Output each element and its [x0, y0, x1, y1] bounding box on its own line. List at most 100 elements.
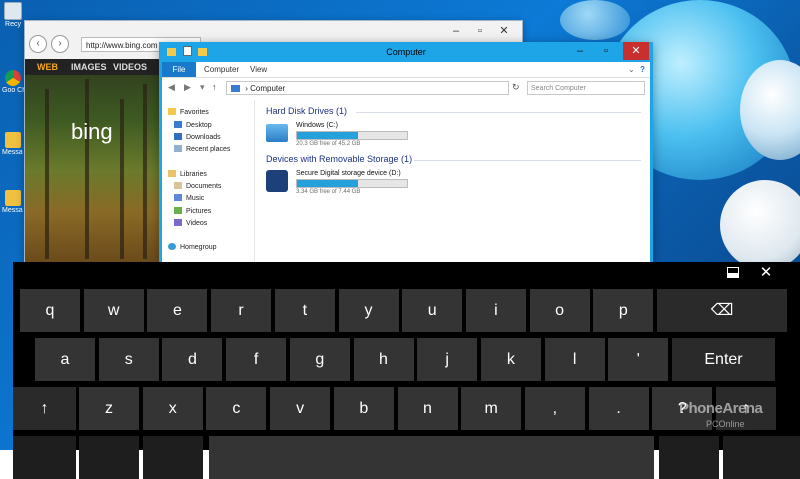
nav-videos[interactable]: Videos — [174, 218, 207, 229]
up-button[interactable]: ↑ — [212, 82, 217, 92]
downloads-icon — [174, 133, 182, 140]
url-text: http://www.bing.com — [86, 41, 158, 50]
key-r[interactable]: r — [211, 289, 272, 332]
nav-pictures[interactable]: Pictures — [174, 206, 211, 217]
key-t[interactable]: t — [274, 289, 335, 332]
close-button[interactable]: ✕ — [623, 42, 649, 60]
back-button[interactable]: ‹ — [29, 35, 47, 53]
watermark-sub: PCOnline — [706, 419, 745, 429]
bing-tab-web[interactable]: WEB — [37, 59, 58, 75]
address-bar[interactable]: › Computer — [226, 81, 509, 95]
nav-documents[interactable]: Documents — [174, 181, 221, 192]
group-header-hard-disk-drives[interactable]: Hard Disk Drives (1) — [266, 106, 347, 116]
nav-music[interactable]: Music — [174, 193, 204, 204]
space-bar[interactable] — [209, 436, 654, 479]
help-icon[interactable]: ? — [640, 62, 645, 77]
nav-homegroup[interactable]: Homegroup — [168, 242, 217, 253]
key-c[interactable]: c — [206, 387, 267, 430]
address-row: ◀ ▶ ▾ ↑ › Computer ↻ Search Computer — [162, 78, 650, 98]
key-bottom-left[interactable] — [13, 436, 76, 479]
key-f[interactable]: f — [226, 338, 287, 381]
key-m[interactable]: m — [461, 387, 522, 430]
nav-favorites[interactable]: Favorites — [168, 107, 209, 118]
ribbon-expand-icon[interactable]: ⌄ — [628, 62, 635, 77]
key-k[interactable]: k — [480, 338, 541, 381]
nav-desktop[interactable]: Desktop — [174, 120, 212, 131]
tab-computer[interactable]: Computer — [204, 62, 239, 77]
key-p[interactable]: p — [593, 289, 654, 332]
key-apostrophe[interactable]: ' — [608, 338, 669, 381]
key-g[interactable]: g — [289, 338, 350, 381]
back-button[interactable]: ◀ — [168, 82, 175, 93]
key-bottom-right[interactable] — [723, 436, 800, 479]
key-comma[interactable]: , — [524, 387, 585, 430]
content-pane: Hard Disk Drives (1) Windows (C:) 20.3 G… — [256, 100, 648, 262]
nav-libraries[interactable]: Libraries — [168, 169, 207, 180]
file-explorer-window[interactable]: Computer – ▫ ✕ File Computer View ⌄ ? ◀ … — [159, 42, 653, 262]
desktop-icon — [174, 121, 182, 128]
key-u[interactable]: u — [402, 289, 463, 332]
key-bottom[interactable] — [143, 436, 203, 479]
tab-view[interactable]: View — [250, 62, 267, 77]
recent-locations-icon[interactable]: ▾ — [200, 82, 205, 93]
key-b[interactable]: b — [333, 387, 394, 430]
shift-key-left[interactable]: ↑ — [13, 387, 76, 430]
refresh-icon[interactable]: ↻ — [512, 82, 520, 93]
drive-free-space: 3.34 GB free of 7.44 GB — [296, 189, 361, 195]
ie-maximize-button[interactable]: ▫ — [469, 21, 491, 41]
key-i[interactable]: i — [465, 289, 526, 332]
ie-close-button[interactable]: ✕ — [493, 21, 515, 41]
drive-c[interactable]: Windows (C:) 20.3 GB free of 45.2 GB — [266, 122, 466, 158]
close-keyboard-button[interactable]: ✕ — [756, 263, 776, 283]
group-divider — [414, 160, 641, 161]
search-input[interactable]: Search Computer — [527, 81, 645, 95]
forward-button[interactable]: › — [51, 35, 69, 53]
enter-key[interactable]: Enter — [672, 338, 775, 381]
forward-button[interactable]: ▶ — [184, 82, 191, 93]
key-o[interactable]: o — [529, 289, 590, 332]
recycle-bin-icon — [4, 2, 22, 20]
key-bottom[interactable] — [79, 436, 139, 479]
key-period[interactable]: . — [588, 387, 649, 430]
minimize-button[interactable]: – — [569, 42, 591, 60]
bing-tab-videos[interactable]: VIDEOS — [113, 59, 147, 75]
desktop-icon-message-center[interactable]: Messa Ce — [2, 132, 24, 156]
group-divider — [356, 112, 641, 113]
drive-usage-fill — [297, 180, 358, 187]
group-header-removable-storage[interactable]: Devices with Removable Storage (1) — [266, 154, 412, 164]
key-bottom[interactable] — [659, 436, 719, 479]
key-d[interactable]: d — [162, 338, 223, 381]
key-s[interactable]: s — [98, 338, 159, 381]
sd-card-icon — [266, 170, 288, 192]
maximize-button[interactable]: ▫ — [595, 42, 617, 60]
nav-downloads[interactable]: Downloads — [174, 132, 221, 143]
key-n[interactable]: n — [397, 387, 458, 430]
key-z[interactable]: z — [79, 387, 139, 430]
backspace-key[interactable]: ⌫ — [657, 289, 787, 332]
explorer-body: File Computer View ⌄ ? ◀ ▶ ▾ ↑ › Compute… — [162, 62, 650, 262]
key-x[interactable]: x — [142, 387, 203, 430]
recent-places-icon — [174, 145, 182, 152]
dock-keyboard-icon[interactable] — [727, 267, 739, 278]
key-q[interactable]: q — [20, 289, 80, 332]
key-h[interactable]: h — [353, 338, 414, 381]
desktop-icon-label: Messa Ce — [2, 149, 24, 156]
key-e[interactable]: e — [147, 289, 208, 332]
tab-file[interactable]: File — [162, 62, 196, 77]
nav-recent-places[interactable]: Recent places — [174, 144, 230, 155]
bing-tab-images[interactable]: IMAGES — [71, 59, 107, 75]
desktop-icon-recycle-bin[interactable]: Recy — [2, 2, 24, 28]
drive-usage-bar — [296, 179, 408, 188]
ie-minimize-button[interactable]: – — [445, 21, 467, 41]
drive-d[interactable]: Secure Digital storage device (D:) 3.34 … — [266, 170, 466, 206]
key-a[interactable]: a — [35, 338, 95, 381]
desktop-icon-message-center-2[interactable]: Messa Ce — [2, 190, 24, 214]
key-w[interactable]: w — [83, 289, 144, 332]
breadcrumb-computer[interactable]: Computer — [250, 84, 285, 93]
key-l[interactable]: l — [544, 338, 605, 381]
key-j[interactable]: j — [417, 338, 478, 381]
desktop-icon-chrome[interactable]: Goo Chro — [2, 70, 24, 94]
key-y[interactable]: y — [338, 289, 399, 332]
navigation-pane: Favorites Desktop Downloads Recent place… — [162, 100, 255, 262]
key-v[interactable]: v — [270, 387, 331, 430]
